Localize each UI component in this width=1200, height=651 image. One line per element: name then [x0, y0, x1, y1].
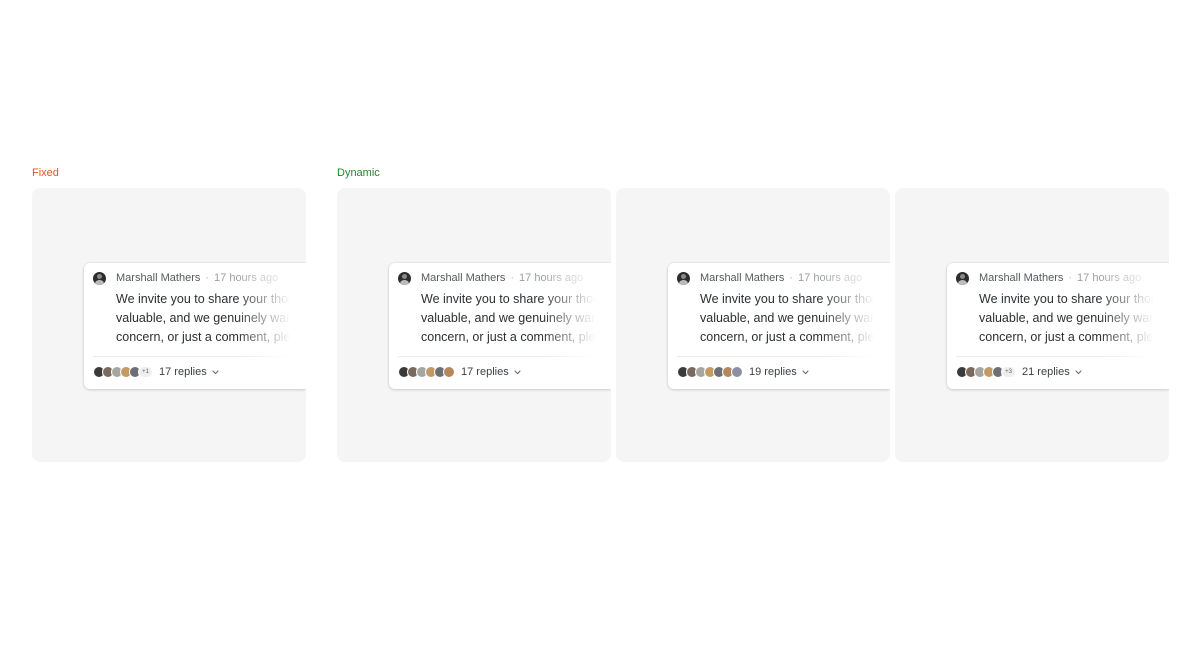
- comment-line: valuable, and we genuinely want to hear: [700, 311, 890, 326]
- author-name[interactable]: Marshall Mathers: [979, 272, 1063, 284]
- comment-footer: 19 replies: [677, 364, 809, 380]
- comment-line: valuable, and we genuinely want to hear: [116, 311, 306, 326]
- comment-line: concern, or just a comment, please: [116, 330, 306, 345]
- comment-body: We invite you to share your thoughts val…: [421, 290, 611, 348]
- replies-label: 17 replies: [159, 366, 207, 378]
- dynamic-example-panel: Marshall Mathers · 17 hours ago We invit…: [895, 188, 1169, 462]
- comment-header: Marshall Mathers · 17 hours ago: [677, 271, 862, 285]
- avatar[interactable]: [398, 271, 411, 285]
- comment-line: concern, or just a comment, please: [979, 330, 1169, 345]
- avatar[interactable]: [93, 271, 106, 285]
- comment-card[interactable]: Marshall Mathers · 17 hours ago We invit…: [84, 263, 306, 389]
- comment-line: We invite you to share your thoughts: [421, 292, 611, 306]
- separator-dot: ·: [205, 272, 210, 284]
- comment-body: We invite you to share your thoughts val…: [116, 290, 306, 348]
- chevron-down-icon: [514, 369, 521, 374]
- replies-button[interactable]: 17 replies: [461, 366, 521, 378]
- separator-dot: ·: [1068, 272, 1073, 284]
- replies-label: 21 replies: [1022, 366, 1070, 378]
- comment-line: concern, or just a comment, please: [700, 330, 890, 345]
- more-participants-badge: +1: [138, 366, 153, 378]
- comment-card[interactable]: Marshall Mathers · 17 hours ago We invit…: [947, 263, 1169, 389]
- comment-line: We invite you to share your thoughts: [116, 292, 306, 306]
- comment-line: valuable, and we genuinely want to hear: [421, 311, 611, 326]
- comment-footer: +3 21 replies: [956, 364, 1082, 380]
- comment-line: concern, or just a comment, please: [421, 330, 611, 345]
- dynamic-section-label: Dynamic: [337, 167, 380, 179]
- replies-button[interactable]: 17 replies: [159, 366, 219, 378]
- timestamp: 17 hours ago: [519, 272, 584, 284]
- comment-line: We invite you to share your thoughts: [700, 292, 890, 306]
- timestamp: 17 hours ago: [214, 272, 279, 284]
- chevron-down-icon: [212, 369, 219, 374]
- participant-avatars[interactable]: [398, 366, 455, 378]
- comment-line: We invite you to share your thoughts: [979, 292, 1169, 306]
- author-name[interactable]: Marshall Mathers: [116, 272, 200, 284]
- author-name[interactable]: Marshall Mathers: [421, 272, 505, 284]
- comment-header: Marshall Mathers · 17 hours ago: [93, 271, 278, 285]
- replies-label: 19 replies: [749, 366, 797, 378]
- separator-dot: ·: [510, 272, 515, 284]
- avatar[interactable]: [956, 271, 969, 285]
- fixed-example-panel: Marshall Mathers · 17 hours ago We invit…: [32, 188, 306, 462]
- divider: [93, 356, 306, 357]
- divider: [398, 356, 611, 357]
- comment-body: We invite you to share your thoughts val…: [700, 290, 890, 348]
- timestamp: 17 hours ago: [798, 272, 863, 284]
- comment-footer: +1 17 replies: [93, 364, 219, 380]
- chevron-down-icon: [802, 369, 809, 374]
- comment-header: Marshall Mathers · 17 hours ago: [956, 271, 1141, 285]
- participant-avatars[interactable]: +1: [93, 366, 153, 378]
- comment-line: valuable, and we genuinely want to hear: [979, 311, 1169, 326]
- participant-avatars[interactable]: +3: [956, 366, 1016, 378]
- participant-avatar: [443, 366, 455, 378]
- comment-body: We invite you to share your thoughts val…: [979, 290, 1169, 348]
- avatar[interactable]: [677, 271, 690, 285]
- participant-avatar: [731, 366, 743, 378]
- comment-card[interactable]: Marshall Mathers · 17 hours ago We invit…: [389, 263, 611, 389]
- dynamic-example-panel: Marshall Mathers · 17 hours ago We invit…: [616, 188, 890, 462]
- timestamp: 17 hours ago: [1077, 272, 1142, 284]
- dynamic-example-panel: Marshall Mathers · 17 hours ago We invit…: [337, 188, 611, 462]
- comment-footer: 17 replies: [398, 364, 521, 380]
- fixed-section-label: Fixed: [32, 167, 59, 179]
- divider: [956, 356, 1169, 357]
- replies-label: 17 replies: [461, 366, 509, 378]
- comment-card[interactable]: Marshall Mathers · 17 hours ago We invit…: [668, 263, 890, 389]
- replies-button[interactable]: 19 replies: [749, 366, 809, 378]
- replies-button[interactable]: 21 replies: [1022, 366, 1082, 378]
- more-participants-badge: +3: [1001, 366, 1016, 378]
- author-name[interactable]: Marshall Mathers: [700, 272, 784, 284]
- comment-header: Marshall Mathers · 17 hours ago: [398, 271, 583, 285]
- participant-avatars[interactable]: [677, 366, 743, 378]
- separator-dot: ·: [789, 272, 794, 284]
- divider: [677, 356, 890, 357]
- chevron-down-icon: [1075, 369, 1082, 374]
